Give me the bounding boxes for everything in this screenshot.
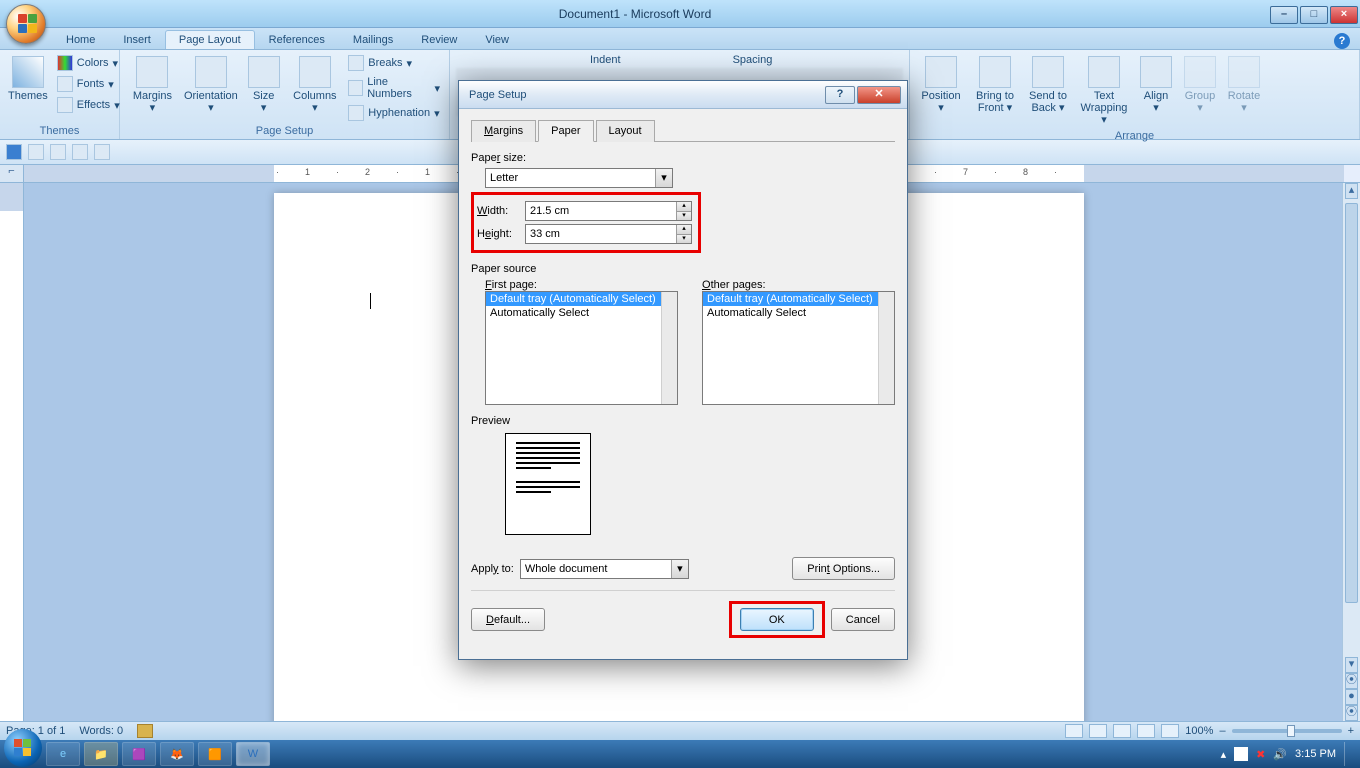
spin-up-icon[interactable]: ▴: [676, 202, 691, 212]
list-item[interactable]: Default tray (Automatically Select): [703, 292, 894, 306]
separator: [471, 590, 895, 591]
default-button[interactable]: Default...: [471, 608, 545, 631]
height-spinner[interactable]: ▴▾: [525, 224, 692, 244]
highlight-width-height: Width: ▴▾ Height: ▴▾: [471, 192, 701, 253]
office-button[interactable]: [6, 4, 46, 44]
preview-thumbnail: [505, 433, 591, 535]
print-options-button[interactable]: Print Options...: [792, 557, 895, 580]
page-setup-dialog: Page Setup ? ✕ Margins Paper Layout Pape…: [458, 80, 908, 660]
dialog-tab-layout[interactable]: Layout: [596, 120, 655, 142]
paper-source-label: Paper source: [471, 263, 895, 275]
apply-to-value[interactable]: [521, 560, 671, 578]
dialog-title: Page Setup: [469, 89, 527, 101]
spin-down-icon[interactable]: ▾: [676, 235, 691, 244]
dialog-titlebar[interactable]: Page Setup ? ✕: [459, 81, 907, 109]
dropdown-icon[interactable]: ▾: [671, 560, 688, 578]
paper-size-combo[interactable]: ▾: [485, 168, 673, 188]
listbox-scrollbar[interactable]: [661, 292, 677, 404]
spin-down-icon[interactable]: ▾: [676, 212, 691, 221]
dialog-close-button[interactable]: ✕: [857, 86, 901, 104]
spin-up-icon[interactable]: ▴: [676, 225, 691, 235]
list-item[interactable]: Automatically Select: [486, 306, 677, 320]
dialog-tabs: Margins Paper Layout: [471, 119, 895, 142]
width-spinner[interactable]: ▴▾: [525, 201, 692, 221]
ok-button[interactable]: OK: [740, 608, 814, 631]
paper-size-value[interactable]: [486, 169, 655, 187]
apply-to-label: Apply to:: [471, 563, 514, 575]
other-pages-label: Other pages:: [702, 279, 895, 291]
dialog-tab-paper[interactable]: Paper: [538, 120, 593, 142]
first-page-label: First page:: [485, 279, 678, 291]
first-page-listbox[interactable]: Default tray (Automatically Select) Auto…: [485, 291, 678, 405]
modal-overlay: Page Setup ? ✕ Margins Paper Layout Pape…: [0, 0, 1360, 768]
list-item[interactable]: Default tray (Automatically Select): [486, 292, 677, 306]
width-input[interactable]: [526, 202, 676, 220]
dialog-help-button[interactable]: ?: [825, 86, 855, 104]
listbox-scrollbar[interactable]: [878, 292, 894, 404]
apply-to-combo[interactable]: ▾: [520, 559, 689, 579]
height-label: Height:: [477, 228, 525, 240]
highlight-ok: OK: [729, 601, 825, 638]
width-label: Width:: [477, 205, 525, 217]
cancel-button[interactable]: Cancel: [831, 608, 895, 631]
paper-size-label: Paper size:: [471, 152, 895, 164]
height-input[interactable]: [526, 225, 676, 243]
preview-label: Preview: [471, 415, 895, 427]
dialog-tab-margins[interactable]: Margins: [471, 120, 536, 142]
list-item[interactable]: Automatically Select: [703, 306, 894, 320]
other-pages-listbox[interactable]: Default tray (Automatically Select) Auto…: [702, 291, 895, 405]
dropdown-icon[interactable]: ▾: [655, 169, 672, 187]
office-logo-icon: [18, 14, 37, 33]
